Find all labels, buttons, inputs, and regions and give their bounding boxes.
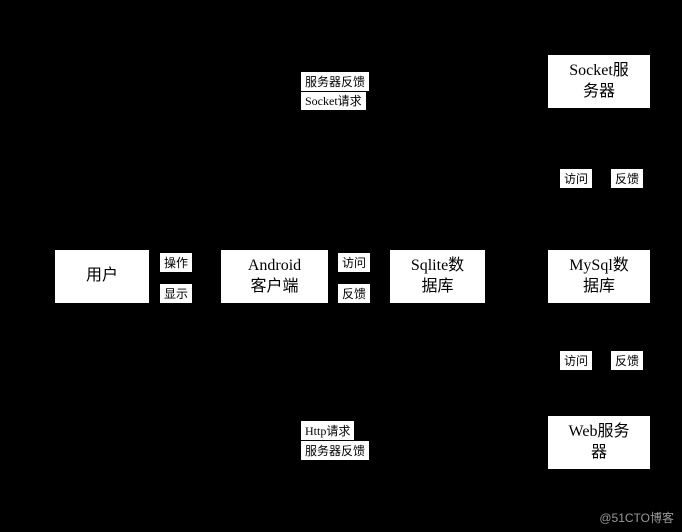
label-socket-to-android: 服务器反馈 bbox=[300, 71, 370, 92]
label-mysql-to-socket: 反馈 bbox=[610, 168, 644, 189]
label-socket-to-mysql: 访问 bbox=[559, 168, 593, 189]
watermark: @51CTO博客 bbox=[599, 509, 674, 526]
label-web-to-android: 服务器反馈 bbox=[300, 440, 370, 461]
label-android-to-web: Http请求 bbox=[300, 420, 355, 441]
label-android-to-user: 显示 bbox=[159, 283, 193, 304]
node-sqlite: Sqlite数 据库 bbox=[389, 249, 486, 304]
label-sqlite-to-android: 反馈 bbox=[337, 283, 371, 304]
label-android-to-sqlite: 访问 bbox=[337, 252, 371, 273]
node-socket: Socket服 务器 bbox=[547, 54, 651, 109]
node-user: 用户 bbox=[54, 249, 150, 304]
label-android-to-socket: Socket请求 bbox=[300, 90, 367, 111]
label-web-to-mysql: 访问 bbox=[559, 350, 593, 371]
label-user-to-android: 操作 bbox=[159, 252, 193, 273]
node-web: Web服务 器 bbox=[547, 415, 651, 470]
label-mysql-to-web: 反馈 bbox=[610, 350, 644, 371]
node-android: Android 客户端 bbox=[220, 249, 329, 304]
node-mysql: MySql数 据库 bbox=[547, 249, 651, 304]
